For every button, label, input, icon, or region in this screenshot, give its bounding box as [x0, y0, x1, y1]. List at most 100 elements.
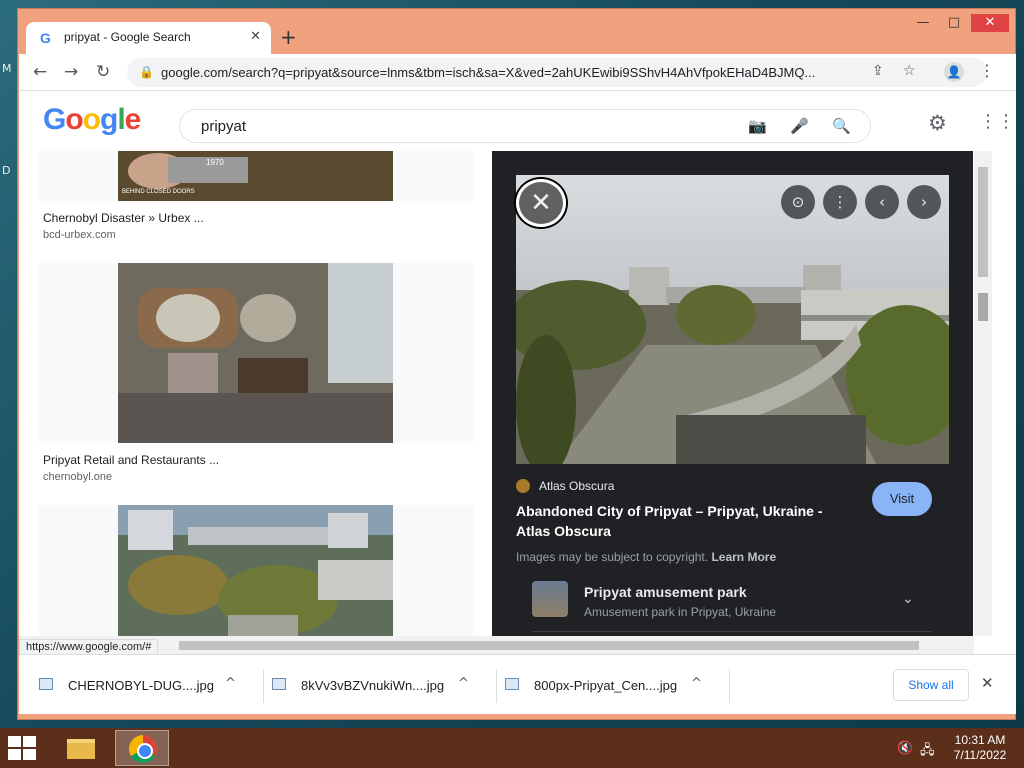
result-thumbnail[interactable]: [118, 505, 393, 654]
result-thumbnail[interactable]: 1970 BEHIND CLOSED DOORS: [118, 151, 393, 201]
copyright-notice: Images may be subject to copyright. Lear…: [516, 550, 776, 564]
forward-icon[interactable]: →: [64, 62, 78, 82]
tab-close-icon[interactable]: ✕: [250, 29, 261, 44]
google-favicon-icon: G: [40, 30, 51, 46]
logo-letter: g: [100, 103, 118, 136]
image-file-icon: [505, 678, 519, 690]
chevron-up-icon[interactable]: ^: [458, 676, 469, 691]
desktop-icon-label: D: [2, 164, 11, 177]
previous-image-icon[interactable]: ‹: [865, 185, 899, 219]
visit-button[interactable]: Visit: [872, 482, 932, 516]
windows-start-icon[interactable]: [8, 736, 38, 760]
browser-window: — □ ✕ G pripyat - Google Search ✕ + ← → …: [17, 8, 1016, 720]
download-item[interactable]: CHERNOBYL-DUG....jpg ^: [39, 669, 264, 703]
download-item[interactable]: 8kVv3vBZVnukiWn....jpg ^: [272, 669, 497, 703]
tab-google-search[interactable]: G pripyat - Google Search ✕: [26, 22, 271, 54]
bookmark-star-icon[interactable]: ☆: [903, 63, 916, 79]
network-icon[interactable]: 🖧: [920, 741, 935, 763]
google-logo[interactable]: Google: [43, 103, 142, 137]
logo-letter: l: [117, 103, 125, 136]
result-card[interactable]: [39, 263, 473, 443]
close-preview-icon[interactable]: ✕: [516, 179, 566, 227]
divider: [532, 631, 932, 632]
image-file-icon: [39, 678, 53, 690]
logo-letter: e: [124, 103, 142, 136]
next-image-icon[interactable]: ›: [907, 185, 941, 219]
search-icon[interactable]: 🔍: [832, 117, 851, 135]
downloads-shelf: CHERNOBYL-DUG....jpg ^ 8kVv3vBZVnukiWn..…: [19, 654, 1016, 714]
result-title[interactable]: Pripyat Retail and Restaurants ...: [43, 453, 219, 467]
chrome-menu-icon[interactable]: ⋮: [979, 61, 995, 80]
maximize-button[interactable]: □: [939, 14, 969, 32]
related-thumbnail: [532, 581, 568, 617]
atlas-obscura-icon: [516, 479, 530, 493]
share-icon[interactable]: ⇪: [872, 63, 884, 79]
chrome-taskbar-button[interactable]: [115, 730, 169, 766]
result-domain[interactable]: chernobyl.one: [43, 471, 112, 483]
result-card[interactable]: 1970 BEHIND CLOSED DOORS: [39, 151, 473, 201]
profile-icon[interactable]: 👤: [944, 62, 964, 82]
file-explorer-taskbar-button[interactable]: [54, 730, 108, 766]
back-icon[interactable]: ←: [33, 62, 47, 82]
url-text[interactable]: google.com/search?q=pripyat&source=lnms&…: [161, 65, 861, 80]
download-filename[interactable]: CHERNOBYL-DUG....jpg: [68, 678, 214, 693]
related-entity[interactable]: Pripyat amusement park Amusement park in…: [532, 581, 932, 629]
taskbar: 🔇 🖧 10:31 AM 7/11/2022: [0, 728, 1024, 768]
image-preview-panel: ✕ ⊙ ⋮ ‹ › Atlas Obscura Abandoned City o…: [492, 151, 973, 654]
source-name[interactable]: Atlas Obscura: [539, 479, 614, 493]
clock-date: 7/11/2022: [953, 748, 1007, 762]
google-apps-icon[interactable]: ⋮⋮: [979, 111, 1015, 132]
system-clock[interactable]: 10:31 AM 7/11/2022: [940, 733, 1020, 763]
logo-letter: G: [43, 103, 66, 136]
image-results: 1970 BEHIND CLOSED DOORS Chernobyl Disas…: [19, 151, 491, 654]
browser-toolbar: ← → ↻ 🔒 google.com/search?q=pripyat&sour…: [19, 54, 1016, 91]
result-title[interactable]: Chernobyl Disaster » Urbex ...: [43, 211, 204, 225]
chevron-up-icon[interactable]: ^: [225, 676, 236, 691]
photo-date-text: 1970: [206, 158, 224, 167]
chevron-down-icon[interactable]: ⌄: [902, 591, 914, 607]
chevron-up-icon[interactable]: ^: [691, 676, 702, 691]
search-query-text[interactable]: pripyat: [201, 118, 246, 135]
copyright-text: Images may be subject to copyright.: [516, 550, 709, 564]
result-thumbnail[interactable]: [118, 263, 393, 443]
settings-gear-icon[interactable]: ⚙: [928, 111, 947, 135]
desktop-icon-label: M: [2, 62, 12, 75]
show-all-button[interactable]: Show all: [893, 669, 969, 701]
camera-icon[interactable]: 📷: [748, 117, 767, 135]
folder-icon: [67, 739, 95, 759]
download-filename[interactable]: 800px-Pripyat_Cen....jpg: [534, 678, 677, 693]
page-content: Google pripyat 📷 🎤 🔍 ⚙ ⋮⋮ 1970 BEHIND CL…: [19, 91, 1016, 654]
download-item[interactable]: 800px-Pripyat_Cen....jpg ^: [505, 669, 730, 703]
reload-icon[interactable]: ↻: [96, 62, 110, 82]
close-window-button[interactable]: ✕: [971, 14, 1009, 32]
scroll-thumb[interactable]: [179, 641, 919, 650]
vertical-scrollbar[interactable]: [974, 151, 992, 636]
result-card[interactable]: [39, 505, 473, 654]
microphone-icon[interactable]: 🎤: [790, 117, 809, 135]
preview-title[interactable]: Abandoned City of Pripyat – Pripyat, Ukr…: [516, 501, 846, 541]
result-domain[interactable]: bcd-urbex.com: [43, 229, 116, 241]
minimize-button[interactable]: —: [908, 14, 938, 32]
logo-letter: o: [82, 103, 101, 136]
lock-icon[interactable]: 🔒: [139, 65, 154, 79]
new-tab-button[interactable]: +: [280, 25, 297, 49]
related-title: Pripyat amusement park: [584, 584, 747, 600]
clock-time: 10:31 AM: [954, 733, 1006, 747]
scroll-thumb[interactable]: [978, 167, 988, 277]
status-bar-url: https://www.google.com/#: [19, 639, 159, 654]
close-shelf-icon[interactable]: ✕: [981, 674, 994, 692]
scroll-thumb-secondary[interactable]: [978, 293, 988, 321]
image-file-icon: [272, 678, 286, 690]
search-input[interactable]: pripyat 📷 🎤 🔍: [179, 109, 871, 143]
related-subtitle: Amusement park in Pripyat, Ukraine: [584, 605, 777, 619]
address-bar[interactable]: 🔒 google.com/search?q=pripyat&source=lnm…: [127, 58, 987, 87]
learn-more-link[interactable]: Learn More: [711, 550, 776, 564]
google-lens-icon[interactable]: ⊙: [781, 185, 815, 219]
photo-overlay-text: BEHIND CLOSED DOORS: [122, 189, 195, 195]
horizontal-scrollbar[interactable]: [19, 636, 974, 654]
download-filename[interactable]: 8kVv3vBZVnukiWn....jpg: [301, 678, 444, 693]
more-options-icon[interactable]: ⋮: [823, 185, 857, 219]
chrome-icon: [129, 735, 157, 763]
logo-letter: o: [65, 103, 83, 136]
volume-muted-icon[interactable]: 🔇: [897, 741, 913, 756]
